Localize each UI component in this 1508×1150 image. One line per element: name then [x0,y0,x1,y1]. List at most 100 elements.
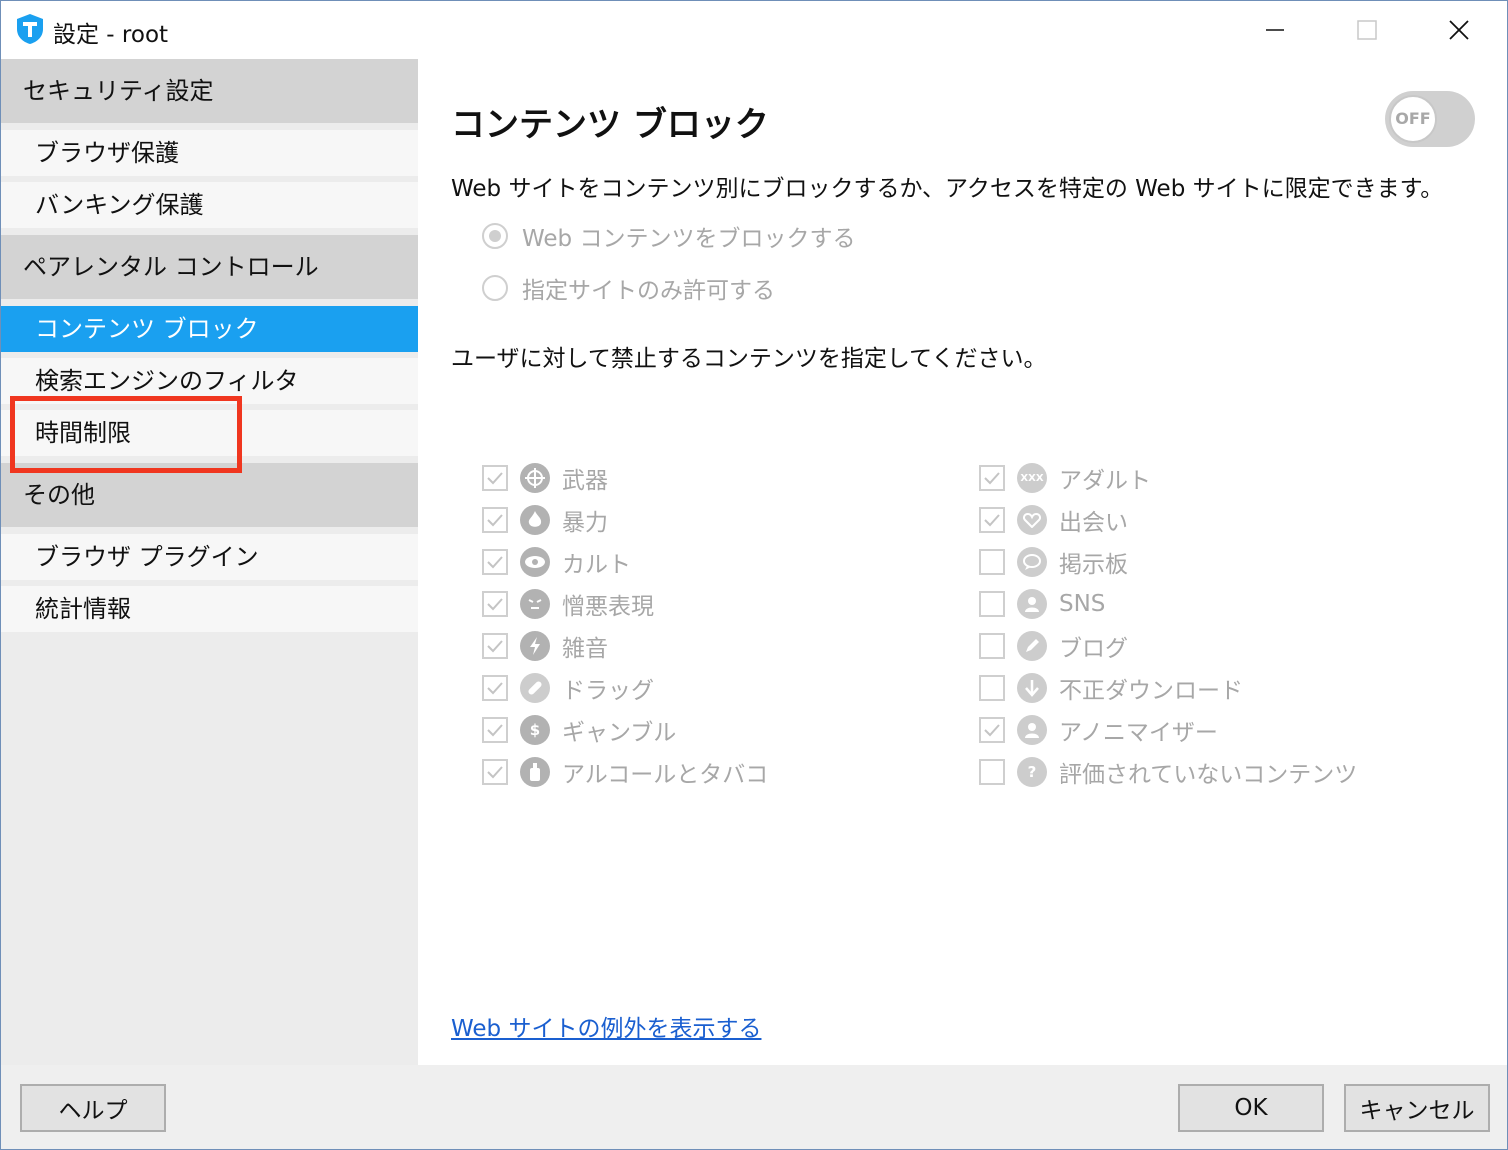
content-block-toggle[interactable]: OFF [1385,91,1475,147]
category-unrated[interactable]: ? 評価されていないコンテンツ [979,754,1357,790]
checkmark-icon [984,472,1000,485]
sidebar-item-banking-protection[interactable]: バンキング保護 [1,182,418,228]
sidebar-item-time-limit[interactable]: 時間制限 [1,410,418,456]
checkbox-unchecked [979,633,1005,659]
category-label: アルコールとタバコ [562,762,769,788]
toggle-knob: OFF [1389,95,1437,143]
category-label: ドラッグ [562,678,654,704]
category-dating[interactable]: 出会い [979,502,1128,538]
minimize-icon [1266,29,1284,31]
flame-icon [520,505,550,535]
sidebar-section-other: その他 [1,463,418,527]
dollar-icon: $ [520,715,550,745]
checkbox-unchecked [979,675,1005,701]
category-hate-speech[interactable]: 憎悪表現 [482,586,654,622]
download-icon [1017,673,1047,703]
category-label: 暴力 [562,510,608,536]
category-cult[interactable]: カルト [482,544,631,580]
minimize-button[interactable] [1229,1,1321,59]
category-label: 憎悪表現 [562,594,654,620]
category-weapons[interactable]: 武器 [482,460,608,496]
maximize-button[interactable] [1321,1,1413,59]
category-label: 掲示板 [1059,552,1128,578]
checkbox-checked [979,717,1005,743]
close-button[interactable] [1413,1,1505,59]
checkmark-icon [984,514,1000,527]
category-label: 不正ダウンロード [1059,678,1243,704]
checkbox-checked [979,465,1005,491]
checkbox-checked [482,507,508,533]
sidebar-section-security: セキュリティ設定 [1,59,418,123]
category-label: アダルト [1059,468,1151,494]
help-button[interactable]: ヘルプ [20,1084,166,1132]
category-label: アノニマイザー [1059,720,1218,746]
checkbox-unchecked [979,591,1005,617]
checkbox-checked [482,759,508,785]
category-sns[interactable]: SNS [979,586,1105,622]
sidebar-item-browser-plugin[interactable]: ブラウザ プラグイン [1,534,418,580]
page-title: コンテンツ ブロック [451,105,769,145]
category-label: 武器 [562,468,608,494]
description-text: Web サイトをコンテンツ別にブロックするか、アクセスを特定の Web サイトに… [451,176,1444,202]
checkbox-unchecked [979,549,1005,575]
settings-window: 設定 - root セキュリティ設定 ブラウザ保護 バンキング保護 ペアレンタル… [0,0,1508,1150]
sidebar: セキュリティ設定 ブラウザ保護 バンキング保護 ペアレンタル コントロール コン… [1,59,418,1065]
category-violence[interactable]: 暴力 [482,502,608,538]
checkbox-checked [482,549,508,575]
radio-allow-specified-sites[interactable]: 指定サイトのみ許可する [482,271,775,305]
lightning-icon [520,631,550,661]
instruction-text: ユーザに対して禁止するコンテンツを指定してください。 [451,346,1047,372]
eye-icon [520,547,550,577]
checkmark-icon [487,640,503,653]
checkmark-icon [487,766,503,779]
category-forums[interactable]: 掲示板 [979,544,1128,580]
checkmark-icon [487,724,503,737]
category-noise[interactable]: 雑音 [482,628,608,664]
category-label: 雑音 [562,636,608,662]
chat-bubble-icon [1017,547,1047,577]
checkbox-unchecked [979,759,1005,785]
crosshair-icon [520,463,550,493]
radio-indicator [482,223,508,249]
app-shield-icon [17,14,43,44]
checkbox-checked [482,591,508,617]
category-blog[interactable]: ブログ [979,628,1128,664]
pill-icon [520,673,550,703]
checkmark-icon [487,682,503,695]
checkbox-checked [482,675,508,701]
title-bar: 設定 - root [1,1,1507,59]
category-drugs[interactable]: ドラッグ [482,670,654,706]
heart-icon [1017,505,1047,535]
category-alcohol-tobacco[interactable]: アルコールとタバコ [482,754,768,790]
bottle-icon [520,757,550,787]
radio-label: Web コンテンツをブロックする [522,226,856,252]
radio-label: 指定サイトのみ許可する [522,278,775,304]
checkmark-icon [487,598,503,611]
category-label: 出会い [1059,510,1128,536]
category-anonymizer[interactable]: アノニマイザー [979,712,1218,748]
category-adult[interactable]: XXX アダルト [979,460,1151,496]
category-label: カルト [562,552,631,578]
xxx-icon: XXX [1017,463,1047,493]
window-title: 設定 - root [53,22,169,48]
category-illegal-download[interactable]: 不正ダウンロード [979,670,1243,706]
footer: ヘルプ OK キャンセル [1,1065,1507,1149]
sidebar-item-statistics[interactable]: 統計情報 [1,586,418,632]
sidebar-item-browser-protection[interactable]: ブラウザ保護 [1,130,418,176]
sidebar-item-content-block[interactable]: コンテンツ ブロック [1,306,418,352]
radio-block-web-content[interactable]: Web コンテンツをブロックする [482,219,855,253]
category-label: ギャンブル [562,720,677,746]
website-exceptions-link[interactable]: Web サイトの例外を表示する [451,1009,761,1043]
main-panel: コンテンツ ブロック OFF Web サイトをコンテンツ別にブロックするか、アク… [418,59,1507,1065]
checkbox-checked [979,507,1005,533]
sidebar-section-parental-control: ペアレンタル コントロール [1,235,418,299]
ok-button[interactable]: OK [1178,1084,1324,1132]
maximize-icon [1357,20,1377,40]
sidebar-item-search-filter[interactable]: 検索エンジンのフィルタ [1,358,418,404]
cancel-button[interactable]: キャンセル [1344,1084,1490,1132]
checkbox-checked [482,465,508,491]
checkbox-checked [482,717,508,743]
angry-face-icon [520,589,550,619]
radio-indicator [482,275,508,301]
category-gambling[interactable]: $ ギャンブル [482,712,676,748]
